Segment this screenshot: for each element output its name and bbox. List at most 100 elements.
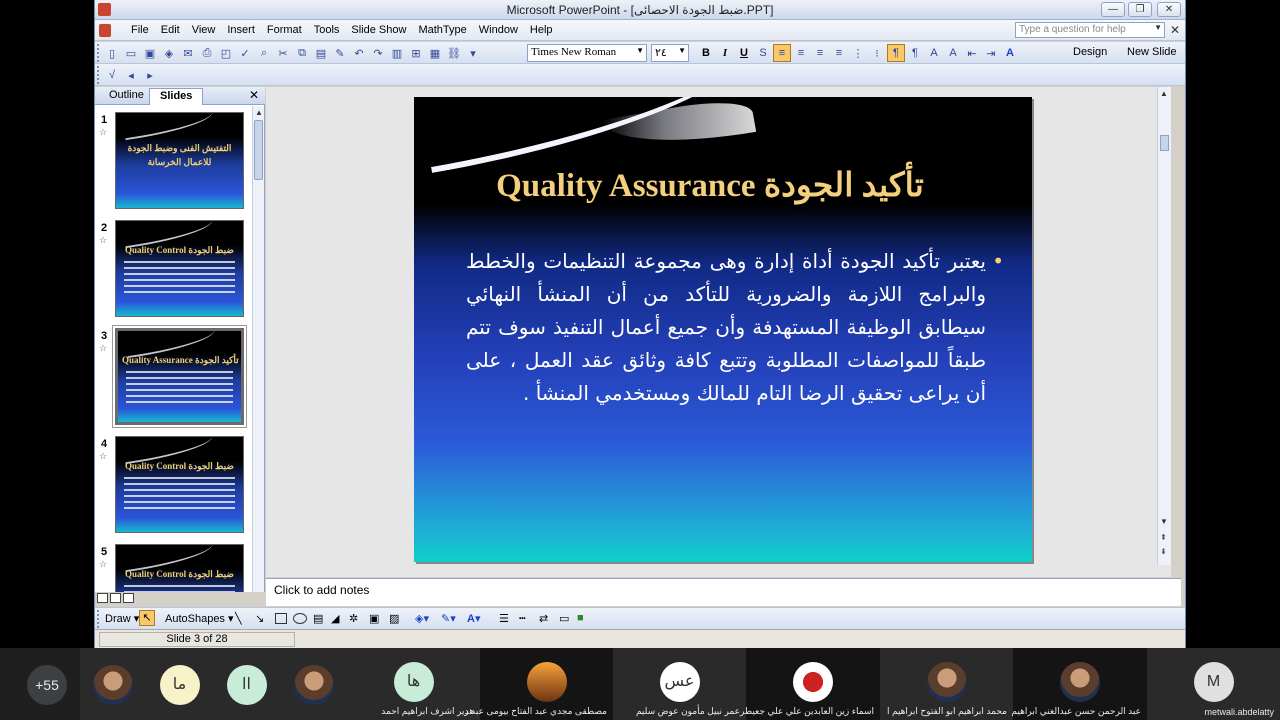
slide-thumbnail[interactable]: 2 ☆ Quality Control ضبط الجودة (95, 220, 253, 325)
participant-tile[interactable]: مصطفى مجدي عبد الفتاح بيومى عبد ر (464, 648, 613, 720)
line-color-icon[interactable]: ✎▾ (441, 612, 456, 625)
tab-slides[interactable]: Slides (149, 88, 204, 105)
align-right-icon[interactable]: ≡ (811, 44, 829, 62)
clipart-icon[interactable]: ▣ (369, 612, 379, 625)
research-icon[interactable]: ⌕ (255, 44, 273, 62)
slide-thumbnail[interactable]: 5 ☆ Quality Control ضبط الجودة (95, 544, 253, 592)
more-participants-badge[interactable]: +55 (27, 665, 67, 705)
toolbar-grip[interactable] (97, 610, 100, 628)
email-icon[interactable]: ✉ (179, 44, 197, 62)
copy-icon[interactable]: ⧉ (293, 44, 311, 62)
slide-body-text[interactable]: • يعتبر تأكيد الجودة أداة إدارة وهى مجمو… (466, 245, 1004, 410)
underline-button[interactable]: U (735, 44, 753, 62)
help-search-input[interactable]: Type a question for help ▼ (1015, 22, 1165, 38)
paste-icon[interactable]: ▤ (312, 44, 330, 62)
font-color-icon[interactable]: A (1001, 44, 1019, 62)
notes-pane[interactable]: Click to add notes (266, 578, 1181, 606)
forward-arrow-icon[interactable]: ▸ (141, 66, 159, 84)
3d-style-icon[interactable]: ■ (577, 612, 584, 624)
rectangle-icon[interactable] (275, 613, 287, 624)
scroll-down-icon[interactable]: ▼ (1160, 517, 1168, 526)
toolbar-grip[interactable] (97, 66, 100, 84)
slide-title[interactable]: Quality Assurance تأكيد الجودة (434, 165, 1012, 205)
slide-thumbnail[interactable]: 3 ☆ Quality Assurance تأكيد الجودة (95, 328, 253, 433)
hyperlink-icon[interactable]: ⛓ (445, 44, 463, 62)
line-style-icon[interactable]: ☰ (499, 612, 509, 625)
diagram-icon[interactable]: ✲ (349, 612, 358, 625)
minimize-button[interactable]: — (1101, 2, 1125, 17)
menu-file[interactable]: File (125, 23, 155, 37)
thumbnail-image[interactable]: التفتيش الفنى وضبط الجودة للاعمال الخرسا… (115, 112, 244, 209)
decrease-font-icon[interactable]: A (944, 44, 962, 62)
picture-icon[interactable]: ▨ (389, 612, 399, 625)
restore-button[interactable]: ❐ (1128, 2, 1152, 17)
toolbar-grip[interactable] (97, 44, 100, 62)
zoom-icon[interactable]: ▾ (464, 44, 482, 62)
participant-tile[interactable] (280, 648, 347, 720)
participant-tile[interactable]: اسماء زين العابدين علي علي جعيطر (740, 648, 880, 720)
increase-font-icon[interactable]: A (925, 44, 943, 62)
print-icon[interactable]: ⎙ (198, 44, 216, 62)
close-document-icon[interactable]: ✕ (1170, 23, 1180, 37)
menu-edit[interactable]: Edit (155, 23, 186, 37)
menu-tools[interactable]: Tools (308, 23, 346, 37)
numbering-icon[interactable]: ⋮ (849, 44, 867, 62)
font-color-icon[interactable]: A▾ (467, 612, 480, 625)
scrollbar-thumb[interactable] (1160, 135, 1169, 151)
ltr-direction-icon[interactable]: ¶ (887, 44, 905, 62)
slide-show-view-icon[interactable] (123, 593, 134, 603)
menu-format[interactable]: Format (261, 23, 308, 37)
menu-view[interactable]: View (186, 23, 222, 37)
slide-sorter-view-icon[interactable] (110, 593, 121, 603)
cut-icon[interactable]: ✂ (274, 44, 292, 62)
participant-tile[interactable]: عبد الرحمن حسن عبدالغني ابراهيم (1011, 648, 1147, 720)
oval-icon[interactable] (293, 613, 307, 624)
font-size-select[interactable]: ٢٤ ▼ (651, 44, 689, 62)
autoshapes-menu[interactable]: AutoShapes ▾ (165, 612, 234, 625)
close-pane-icon[interactable]: ✕ (249, 88, 259, 102)
document-icon[interactable] (99, 24, 111, 37)
shadow-icon[interactable]: S (754, 44, 772, 62)
scroll-up-icon[interactable]: ▲ (255, 108, 263, 117)
participant-tile[interactable]: ها هدير اشرف ابراهيم احمد (347, 648, 480, 720)
menu-mathtype[interactable]: MathType (412, 23, 472, 37)
dash-style-icon[interactable]: ┅ (519, 612, 526, 625)
chevron-down-icon[interactable]: ▼ (1154, 23, 1162, 32)
open-folder-icon[interactable]: ▭ (122, 44, 140, 62)
font-name-select[interactable]: Times New Roman ▼ (527, 44, 647, 62)
format-painter-icon[interactable]: ✎ (331, 44, 349, 62)
line-icon[interactable]: ╲ (235, 612, 242, 625)
increase-indent-icon[interactable]: ⇥ (982, 44, 1000, 62)
participant-tile[interactable]: محمد ابراهيم ابو الفتوح ابراهيم ا (880, 648, 1013, 720)
decrease-indent-icon[interactable]: ⇤ (963, 44, 981, 62)
design-button[interactable]: Design (1073, 46, 1107, 58)
arrow-icon[interactable]: ↘ (255, 612, 264, 625)
participant-tile[interactable]: اا (213, 648, 280, 720)
justify-icon[interactable]: ≡ (830, 44, 848, 62)
scrollbar-thumb[interactable] (254, 120, 263, 180)
thumbnail-image[interactable]: Quality Assurance تأكيد الجودة (115, 328, 244, 425)
thumbnail-image[interactable]: Quality Control ضبط الجودة (115, 220, 244, 317)
participant-tile[interactable]: Mmetwali.abdelatty (1147, 648, 1280, 720)
thumbnail-image[interactable]: Quality Control ضبط الجودة (115, 436, 244, 533)
chevron-down-icon[interactable]: ▼ (678, 46, 686, 55)
chart-icon[interactable]: ▥ (388, 44, 406, 62)
equation-icon[interactable]: √ (103, 66, 121, 84)
print-preview-icon[interactable]: ◰ (217, 44, 235, 62)
permission-icon[interactable]: ◈ (160, 44, 178, 62)
participant-tile[interactable]: عس عمر نبيل مأمون عوض سليم (613, 648, 746, 720)
rtl-direction-icon[interactable]: ¶ (906, 44, 924, 62)
spelling-icon[interactable]: ✓ (236, 44, 254, 62)
textbox-icon[interactable]: ▤ (313, 612, 323, 625)
slide-thumbnail[interactable]: 4 ☆ Quality Control ضبط الجودة (95, 436, 253, 541)
align-left-icon[interactable]: ≡ (773, 44, 791, 62)
bold-button[interactable]: B (697, 44, 715, 62)
undo-icon[interactable]: ↶ (350, 44, 368, 62)
slide-scrollbar[interactable]: ▲ ▼ ⇞ ⇟ (1157, 87, 1171, 565)
select-pointer-icon[interactable]: ↖ (139, 610, 155, 626)
bullets-icon[interactable]: ⁝ (868, 44, 886, 62)
chevron-down-icon[interactable]: ▼ (636, 46, 644, 55)
menu-insert[interactable]: Insert (221, 23, 261, 37)
menu-slide-show[interactable]: Slide Show (345, 23, 412, 37)
thumbnails-scrollbar[interactable]: ▲ (252, 106, 264, 592)
